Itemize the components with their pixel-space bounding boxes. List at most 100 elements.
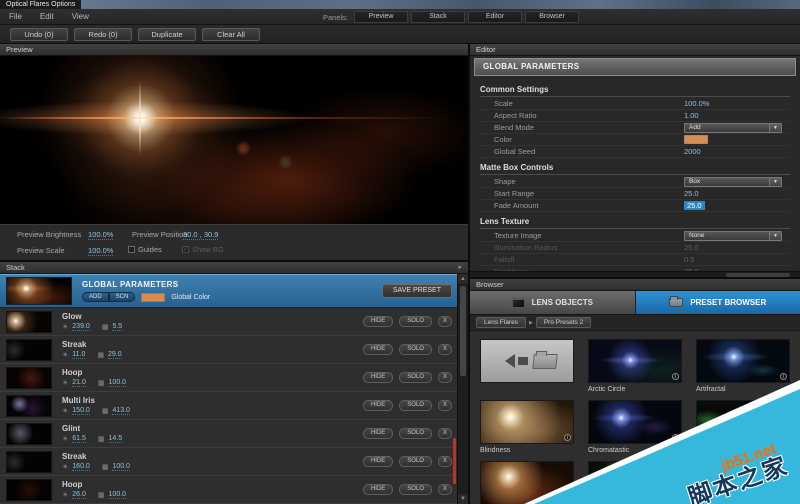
remove-button[interactable]: X — [438, 400, 452, 411]
start-range-value[interactable]: 25.0 — [684, 189, 699, 198]
shape-dropdown[interactable]: Box ▼ — [684, 177, 782, 187]
solo-button[interactable]: SOLO — [399, 344, 432, 355]
panel-button-preview[interactable]: Preview — [354, 11, 408, 23]
remove-button[interactable]: X — [438, 316, 452, 327]
scrollbar-thumb[interactable] — [460, 286, 466, 376]
preset-thumbnail[interactable]: i — [480, 400, 574, 444]
scroll-down-icon[interactable]: ▼ — [458, 494, 468, 504]
aspect-ratio-value[interactable]: 1.00 — [684, 111, 699, 120]
preset-thumbnail[interactable]: i — [588, 400, 682, 444]
remove-button[interactable]: X — [438, 344, 452, 355]
global-color-swatch[interactable] — [141, 293, 165, 302]
hide-button[interactable]: HIDE — [363, 484, 393, 495]
preset-cell-blindness[interactable]: i Blindness — [480, 400, 574, 456]
guides-label: Guides — [138, 245, 162, 254]
breadcrumb-lens-flares[interactable]: Lens Flares — [476, 317, 526, 328]
scale-value[interactable]: 100.0% — [684, 99, 709, 108]
preset-thumbnail[interactable]: i — [588, 339, 682, 383]
brightness-value[interactable]: 11.0 — [72, 351, 85, 359]
show-bg-control[interactable]: ✓ Show BG — [182, 245, 224, 254]
solo-button[interactable]: SOLO — [399, 484, 432, 495]
remove-button[interactable]: X — [438, 456, 452, 467]
solo-button[interactable]: SOLO — [399, 456, 432, 467]
menu-file[interactable]: File — [0, 9, 31, 25]
hide-button[interactable]: HIDE — [363, 372, 393, 383]
tab-lens-objects[interactable]: LENS OBJECTS — [470, 291, 636, 314]
scale-value[interactable]: 413.0 — [112, 407, 130, 415]
preset-cell-artifractal[interactable]: i Artifractal — [696, 339, 790, 395]
solo-button[interactable]: SOLO — [399, 428, 432, 439]
brightness-value[interactable]: 26.0 — [72, 491, 86, 499]
duplicate-button[interactable]: Duplicate — [138, 28, 196, 41]
global-seed-value[interactable]: 2000 — [684, 147, 701, 156]
brightness-value[interactable]: 160.0 — [72, 463, 90, 471]
save-preset-button[interactable]: SAVE PRESET — [382, 284, 452, 298]
panel-button-browser[interactable]: Browser — [525, 11, 579, 23]
scn-blend-button[interactable]: SCN — [109, 292, 136, 302]
stack-row-streak[interactable]: Streak ☀ 11.0 ▦ 29.0 HIDE SOLO X — [0, 336, 468, 364]
hide-button[interactable]: HIDE — [363, 400, 393, 411]
remove-button[interactable]: X — [438, 428, 452, 439]
menu-edit[interactable]: Edit — [31, 9, 63, 25]
preview-brightness-value[interactable]: 100.0% — [88, 230, 113, 240]
editor-horizontal-scrollbar[interactable] — [470, 271, 800, 277]
stack-row-streak-2[interactable]: Streak ☀ 160.0 ▦ 100.0 HIDE SOLO X — [0, 448, 468, 476]
solo-button[interactable]: SOLO — [399, 316, 432, 327]
brightness-value[interactable]: 239.0 — [72, 323, 90, 331]
scale-value[interactable]: 100.0 — [109, 379, 127, 387]
preset-thumbnail[interactable]: i — [696, 339, 790, 383]
solo-button[interactable]: SOLO — [399, 372, 432, 383]
panel-button-stack[interactable]: Stack — [411, 11, 465, 23]
brightness-value[interactable]: 150.0 — [72, 407, 90, 415]
stack-row-glint[interactable]: Glint ☀ 61.5 ▦ 14.5 HIDE SOLO X — [0, 420, 468, 448]
preview-viewport[interactable] — [0, 56, 468, 224]
brightness-value[interactable]: 21.0 — [72, 379, 86, 387]
hide-button[interactable]: HIDE — [363, 344, 393, 355]
add-blend-button[interactable]: ADD — [82, 292, 109, 302]
remove-button[interactable]: X — [438, 484, 452, 495]
blend-mode-dropdown[interactable]: Add ▼ — [684, 123, 782, 133]
hide-button[interactable]: HIDE — [363, 428, 393, 439]
undo-button[interactable]: Undo (0) — [10, 28, 68, 41]
guides-checkbox-icon[interactable] — [128, 246, 135, 253]
solo-button[interactable]: SOLO — [399, 400, 432, 411]
hide-button[interactable]: HIDE — [363, 316, 393, 327]
scroll-up-icon[interactable]: ▲ — [458, 274, 468, 284]
menu-view[interactable]: View — [63, 9, 98, 25]
stack-row-multi-iris[interactable]: Multi Iris ☀ 150.0 ▦ 413.0 HIDE SOLO X — [0, 392, 468, 420]
guides-control[interactable]: Guides — [128, 245, 162, 254]
stack-global-parameters-row[interactable]: GLOBAL PARAMETERS ADD SCN Global Color S… — [0, 274, 468, 308]
preset-cell-up[interactable] — [480, 339, 574, 395]
stack-scrollbar[interactable]: ▲ ▼ — [457, 274, 468, 504]
scrollbar-thumb[interactable] — [726, 273, 790, 277]
breadcrumb-pro-presets[interactable]: Pro Presets 2 — [536, 317, 591, 328]
info-icon[interactable]: i — [672, 373, 679, 380]
show-bg-checkbox-icon[interactable]: ✓ — [182, 246, 189, 253]
scale-value[interactable]: 5.5 — [112, 323, 122, 331]
scale-value[interactable]: 100.0 — [112, 463, 130, 471]
clear-all-button[interactable]: Clear All — [202, 28, 260, 41]
stack-row-glow[interactable]: Glow ☀ 239.0 ▦ 5.5 HIDE SOLO X — [0, 308, 468, 336]
scale-value[interactable]: 14.5 — [109, 435, 123, 443]
color-swatch[interactable] — [684, 135, 708, 144]
stack-expand-icon[interactable]: ▸ — [458, 262, 462, 274]
scale-value[interactable]: 29.0 — [108, 351, 122, 359]
preset-cell-arctic-circle[interactable]: i Arctic Circle — [588, 339, 682, 395]
stack-row-hoop-2[interactable]: Hoop ☀ 26.0 ▦ 100.0 HIDE SOLO X — [0, 476, 468, 504]
tab-preset-browser[interactable]: PRESET BROWSER — [636, 291, 800, 314]
stack-row-hoop[interactable]: Hoop ☀ 21.0 ▦ 100.0 HIDE SOLO X — [0, 364, 468, 392]
brightness-value[interactable]: 61.5 — [72, 435, 86, 443]
up-folder-thumbnail[interactable] — [480, 339, 574, 383]
preview-position-value[interactable]: 30.0 , 30.9 — [183, 230, 218, 240]
remove-button[interactable]: X — [438, 372, 452, 383]
info-icon[interactable]: i — [780, 373, 787, 380]
info-icon[interactable]: i — [564, 434, 571, 441]
redo-button[interactable]: Redo (0) — [74, 28, 132, 41]
preview-scale-value[interactable]: 100.0% — [88, 246, 113, 256]
texture-image-dropdown[interactable]: None ▼ — [684, 231, 782, 241]
fade-amount-value[interactable]: 25.0 — [684, 201, 705, 210]
panel-button-editor[interactable]: Editor — [468, 11, 522, 23]
scale-value[interactable]: 100.0 — [109, 491, 127, 499]
global-parameters-thumbnail — [6, 277, 72, 305]
hide-button[interactable]: HIDE — [363, 456, 393, 467]
